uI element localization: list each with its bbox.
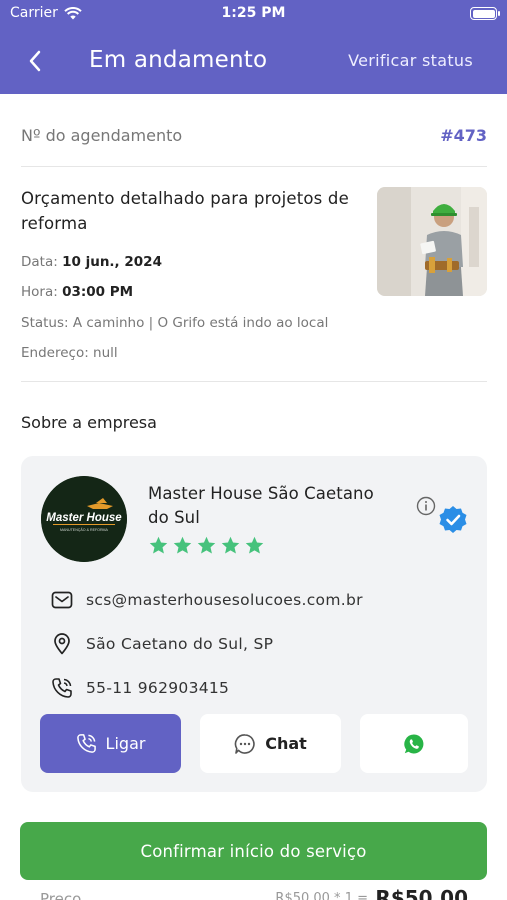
company-name: Master House São Caetano do Sul	[148, 484, 374, 527]
phone-icon	[50, 676, 74, 700]
phone-icon	[76, 734, 96, 753]
check-status-button[interactable]: Verificar status	[348, 51, 473, 70]
chat-button[interactable]: Chat	[200, 714, 341, 773]
service-title: Orçamento detalhado para projetos de ref…	[21, 189, 349, 233]
battery-icon	[470, 7, 500, 20]
page-title: Em andamento	[89, 47, 268, 73]
logo-text: Master House	[46, 512, 122, 524]
company-location: São Caetano do Sul, SP	[50, 631, 273, 657]
logo-subtext: MANUTENÇÃO & REFORMA	[60, 527, 109, 532]
company-card: Master House MANUTENÇÃO & REFORMA Master…	[21, 456, 487, 792]
company-email-text: scs@masterhousesolucoes.com.br	[86, 591, 363, 609]
price-row: Preço R$50,00 * 1 = R$50,00	[40, 886, 468, 900]
company-phone: 55-11 962903415	[50, 675, 229, 701]
app-header: Carrier 1:25 PM Em andamento Verificar s…	[0, 0, 507, 94]
divider	[21, 166, 487, 167]
rating-stars	[148, 535, 265, 556]
confirm-start-service-button[interactable]: Confirmar início do serviço	[20, 822, 487, 880]
company-location-text: São Caetano do Sul, SP	[86, 635, 274, 653]
service-time: Hora: 03:00 PM	[21, 284, 133, 300]
service-date-value: 10 jun., 2024	[62, 254, 162, 270]
service-date-label: Data:	[21, 254, 58, 270]
company-logo: Master House MANUTENÇÃO & REFORMA	[41, 476, 127, 562]
section-title: Sobre a empresa	[21, 413, 157, 432]
star-icon	[173, 536, 192, 554]
call-button-label: Ligar	[105, 734, 146, 753]
chat-button-label: Chat	[265, 734, 307, 753]
service-time-label: Hora:	[21, 284, 58, 300]
chat-bubble-icon	[234, 733, 255, 754]
divider	[21, 381, 487, 382]
service-image	[377, 187, 487, 296]
nav-bar: Em andamento Verificar status	[0, 38, 507, 84]
service-status: Status: A caminho | O Grifo está indo ao…	[21, 315, 329, 331]
info-icon[interactable]	[416, 496, 436, 516]
service-date: Data: 10 jun., 2024	[21, 254, 162, 270]
booking-number-label: Nº do agendamento	[21, 126, 183, 145]
status-bar: Carrier 1:25 PM	[0, 0, 507, 28]
call-button[interactable]: Ligar	[40, 714, 181, 773]
company-email: scs@masterhousesolucoes.com.br	[50, 587, 363, 613]
whatsapp-button[interactable]	[360, 714, 468, 773]
star-icon	[221, 536, 240, 554]
mail-icon	[50, 588, 74, 612]
verified-badge-icon	[439, 506, 467, 533]
company-phone-text: 55-11 962903415	[86, 679, 230, 697]
service-address: Endereço: null	[21, 345, 118, 361]
star-icon	[245, 536, 264, 554]
service-time-value: 03:00 PM	[62, 284, 134, 300]
price-calculation: R$50,00 * 1 =	[275, 891, 368, 900]
whatsapp-icon	[404, 733, 424, 753]
price-label: Preço	[40, 890, 82, 900]
chevron-left-icon	[29, 50, 41, 72]
star-icon	[149, 536, 168, 554]
clock: 1:25 PM	[221, 5, 286, 21]
back-button[interactable]	[20, 46, 50, 76]
location-pin-icon	[50, 632, 74, 656]
booking-number-row: Nº do agendamento #473	[21, 122, 487, 150]
booking-number-value: #473	[440, 126, 487, 145]
price-total: R$50,00	[375, 886, 468, 900]
star-icon	[197, 536, 216, 554]
